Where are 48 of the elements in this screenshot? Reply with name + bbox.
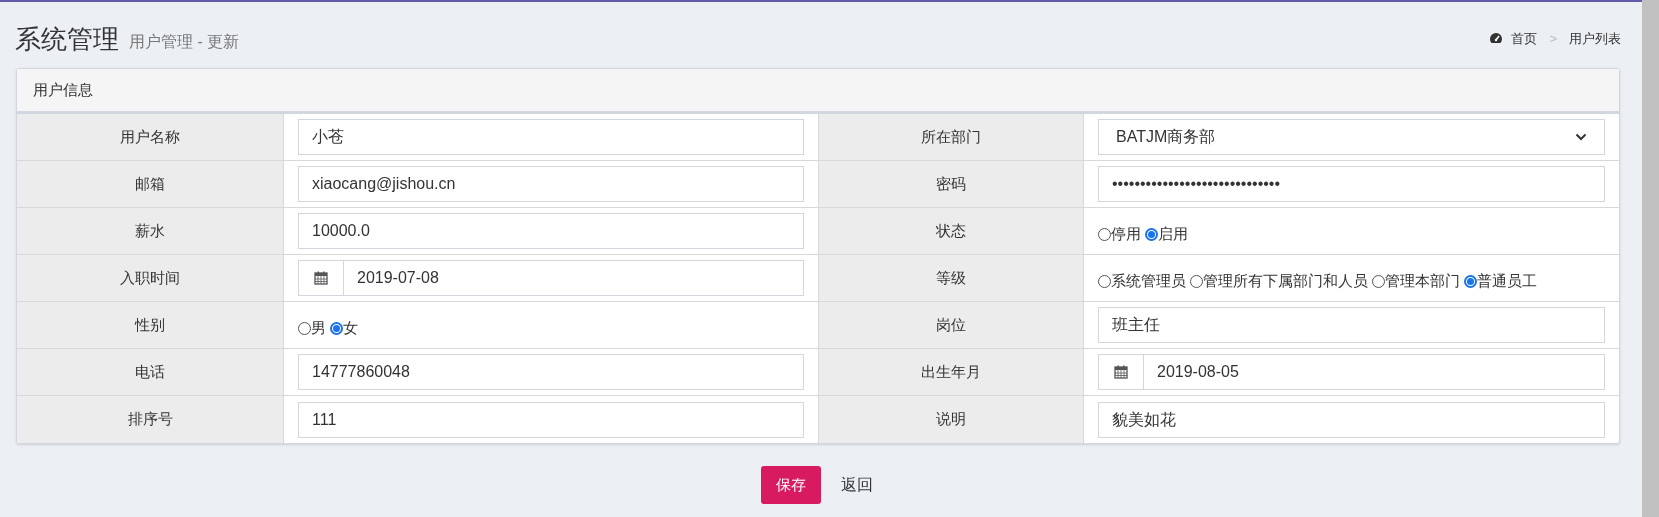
field-label: 出生年月 [921, 361, 981, 382]
calendar-addon[interactable] [298, 260, 344, 296]
date-field[interactable]: 2019-07-08 [344, 260, 804, 296]
save-button[interactable]: 保存 [761, 466, 821, 504]
field-label: 说明 [936, 409, 966, 430]
input-field[interactable]: 班主任 [1098, 307, 1605, 343]
radio-option[interactable]: 系统管理员 [1098, 269, 1186, 293]
input-field[interactable]: 111 [298, 401, 804, 438]
chevron-down-icon [1575, 133, 1587, 141]
card-title: 用户信息 [33, 79, 93, 100]
field-label: 密码 [936, 173, 966, 194]
calendar-addon[interactable] [1098, 354, 1144, 390]
field-label: 入职时间 [120, 267, 180, 288]
field-label: 电话 [135, 361, 165, 382]
input-field[interactable]: 貌美如花 [1098, 401, 1605, 438]
back-button[interactable]: 返回 [829, 466, 885, 504]
dashboard-icon [1489, 32, 1504, 45]
field-label: 用户名称 [120, 126, 180, 147]
calendar-icon [314, 271, 328, 285]
radio-option[interactable]: 男 [298, 316, 326, 340]
input-field[interactable]: 小苍 [298, 119, 804, 155]
input-field[interactable]: xiaocang@jishou.cn [298, 166, 804, 202]
date-field[interactable]: 2019-08-05 [1144, 354, 1605, 390]
field-label: 所在部门 [921, 126, 981, 147]
field-label: 排序号 [127, 409, 173, 430]
page-title: 系统管理 [15, 24, 119, 54]
radio-option[interactable]: 管理本部门 [1372, 269, 1460, 293]
calendar-icon [1114, 365, 1128, 379]
radio-option[interactable]: 停用 [1098, 222, 1141, 246]
select-field[interactable]: BATJM商务部 [1098, 119, 1605, 155]
input-field[interactable]: 14777860048 [298, 354, 804, 390]
breadcrumb-link[interactable]: 用户列表 [1569, 28, 1621, 48]
radio-option[interactable]: 管理所有下属部门和人员 [1190, 269, 1368, 293]
field-label: 邮箱 [135, 173, 165, 194]
field-label: 薪水 [135, 220, 165, 241]
breadcrumb-separator: > [1549, 29, 1557, 48]
radio-option[interactable]: 女 [330, 316, 358, 340]
home-link[interactable]: 首页 [1489, 28, 1538, 48]
field-label: 等级 [936, 267, 966, 288]
radio-option[interactable]: 启用 [1145, 222, 1188, 246]
field-label: 状态 [936, 220, 966, 241]
field-label: 性别 [135, 314, 165, 335]
page-subtitle: 用户管理 - 更新 [129, 32, 240, 52]
radio-option[interactable]: 普通员工 [1464, 269, 1537, 293]
password-field[interactable]: •••••••••••••••••••••••••••••• [1098, 166, 1605, 202]
input-field[interactable]: 10000.0 [298, 213, 804, 249]
field-label: 岗位 [936, 314, 966, 335]
scrollbar[interactable] [1642, 0, 1659, 517]
